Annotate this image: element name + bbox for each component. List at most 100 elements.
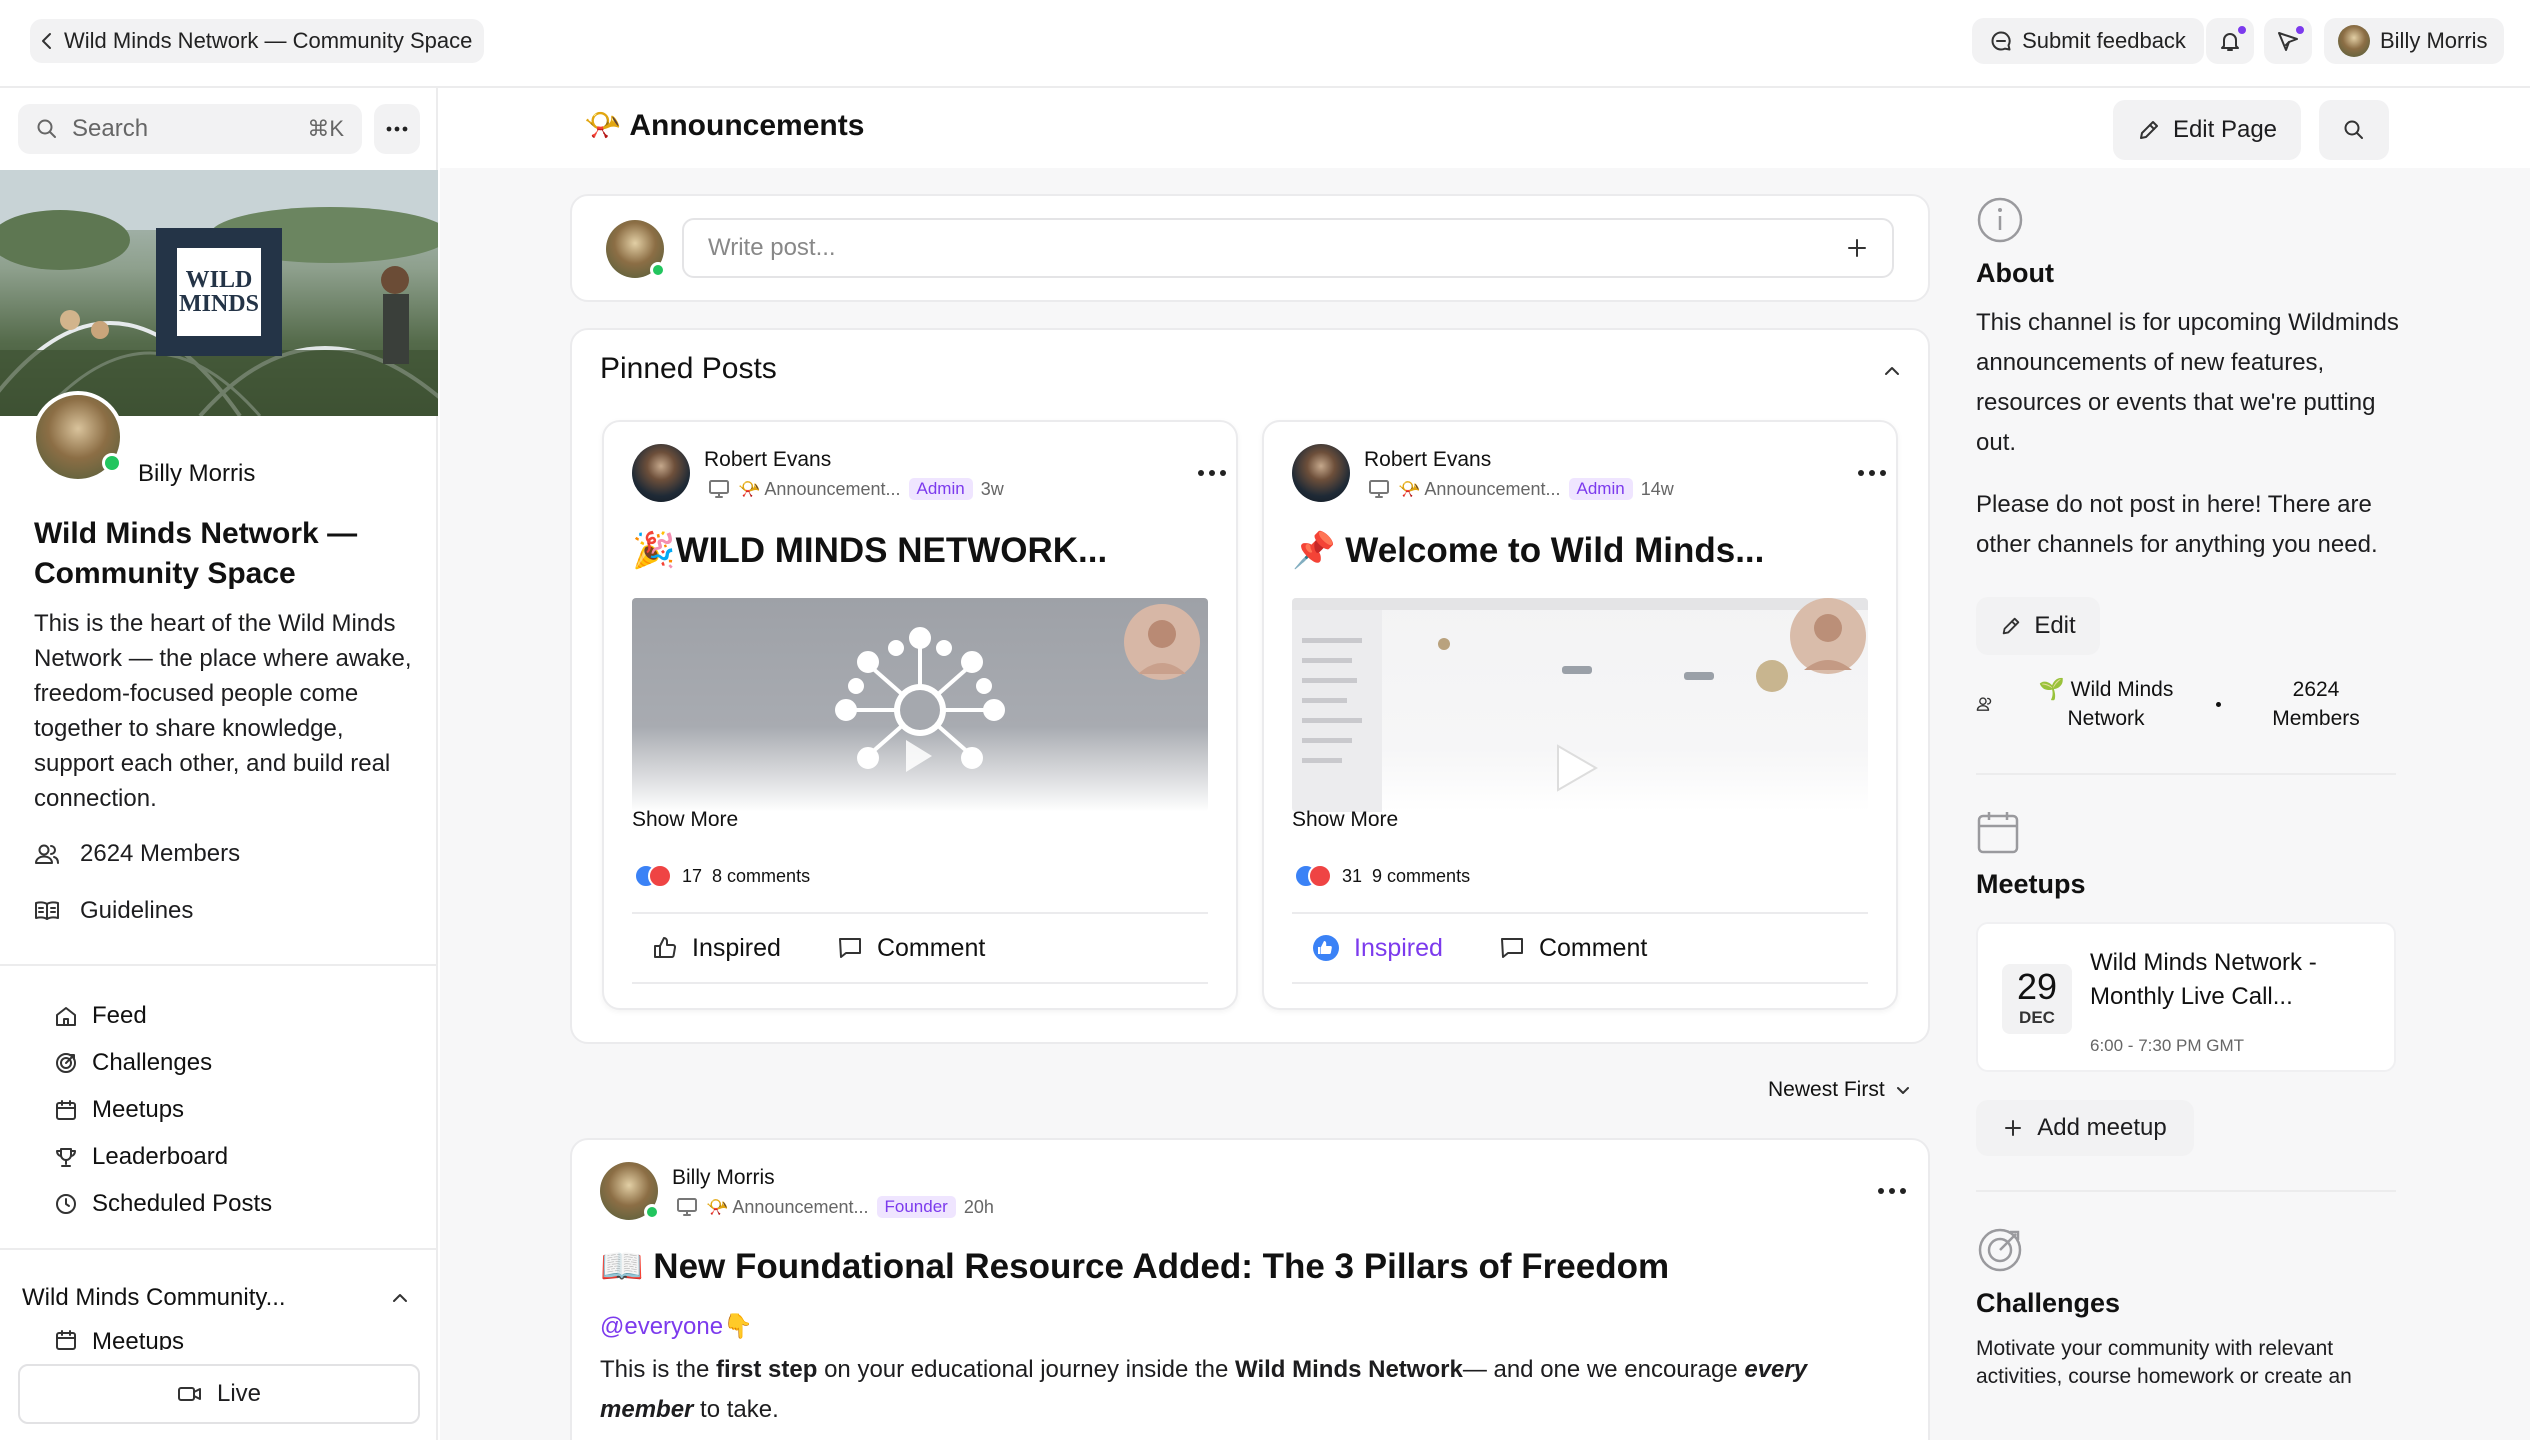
mention-everyone[interactable]: @everyone (600, 1313, 723, 1340)
role-badge: Admin (908, 478, 973, 500)
pinned-post-card[interactable]: Robert Evans 📯 Announcement... Admin 14w… (1262, 420, 1898, 1010)
page-title-emoji: 📯 (584, 109, 622, 142)
write-post-input[interactable]: Write post... (682, 218, 1894, 278)
post-author[interactable]: Robert Evans (1364, 448, 1491, 472)
video-thumbnail[interactable] (1292, 598, 1868, 812)
search-input[interactable]: Search ⌘K (18, 104, 362, 154)
video-thumbnail[interactable] (632, 598, 1208, 812)
post-composer: Write post... (570, 194, 1930, 302)
panel-divider (1976, 773, 2396, 775)
online-indicator (644, 1204, 660, 1220)
pinned-post-card[interactable]: Robert Evans 📯 Announcement... Admin 3w … (602, 420, 1238, 1010)
plus-icon (2003, 1118, 2023, 1138)
nav-feed[interactable]: Feed (54, 1002, 147, 1030)
post-options-button[interactable] (1198, 470, 1226, 476)
meetups-title: Meetups (1976, 869, 2086, 899)
online-indicator (102, 453, 122, 473)
post-author[interactable]: Billy Morris (672, 1166, 775, 1190)
logo-text-top: WILD (185, 267, 253, 293)
pinned-posts-title: Pinned Posts (600, 352, 777, 385)
show-more-link[interactable]: Show More (632, 808, 738, 832)
add-meetup-label: Add meetup (2037, 1114, 2167, 1141)
target-icon (54, 1051, 78, 1075)
reaction-icons (634, 864, 672, 888)
comment-button[interactable]: Comment (1499, 934, 1647, 963)
plus-icon[interactable] (1846, 237, 1868, 259)
book-icon (34, 899, 60, 923)
comment-icon (1499, 935, 1525, 961)
about-paragraph-1: This channel is for upcoming Wildminds a… (1976, 309, 2399, 456)
chevron-up-icon (390, 1291, 410, 1305)
pinned-posts-section: Pinned Posts Robert Evans 📯 Announcement… (570, 328, 1930, 1044)
nav-scheduled-posts-label: Scheduled Posts (92, 1190, 273, 1217)
inbox-button[interactable] (2264, 18, 2312, 64)
inspired-button[interactable]: Inspired (1312, 934, 1443, 963)
network-label[interactable]: 🌱 Wild Minds Network (2036, 675, 2176, 733)
post-options-button[interactable] (1878, 1188, 1906, 1194)
post-title[interactable]: 📖 New Foundational Resource Added: The 3… (600, 1246, 1669, 1287)
top-bar: Wild Minds Network — Community Space Sub… (0, 0, 2530, 88)
meetup-card[interactable]: 29 DEC Wild Minds Network - Monthly Live… (1976, 922, 2396, 1072)
members-link[interactable]: 2624 Members (34, 840, 240, 868)
community-logo: WILD MINDS (156, 228, 282, 356)
channel-group-header[interactable]: Wild Minds Community... (22, 1284, 410, 1312)
user-menu-button[interactable]: Billy Morris (2324, 18, 2504, 64)
monitor-icon (676, 1197, 698, 1217)
inspired-button[interactable]: Inspired (652, 934, 781, 963)
edit-page-button[interactable]: Edit Page (2113, 100, 2301, 160)
comment-count[interactable]: 8 comments (712, 866, 810, 887)
calendar-icon (1976, 809, 2400, 855)
chevron-down-icon (1895, 1084, 1911, 1096)
author-avatar[interactable] (600, 1162, 660, 1220)
meetup-day: 29 (2016, 966, 2058, 1007)
nav-scheduled-posts[interactable]: Scheduled Posts (54, 1190, 272, 1218)
page-search-button[interactable] (2319, 100, 2389, 160)
body-bold: first step (716, 1356, 818, 1383)
nav-leaderboard[interactable]: Leaderboard (54, 1143, 228, 1171)
post-meta: 📯 Announcement... Admin 3w (708, 478, 1004, 500)
nav-challenges[interactable]: Challenges (54, 1049, 212, 1077)
nav-meetups[interactable]: Meetups (54, 1096, 184, 1124)
meetup-time: 6:00 - 7:30 PM GMT (2090, 1036, 2244, 1055)
reaction-summary[interactable]: 31 9 comments (1294, 864, 1470, 888)
body-text: on your educational journey inside the (817, 1356, 1236, 1383)
post-channel[interactable]: 📯 Announcement... (738, 479, 901, 500)
meetup-date: 29 DEC (2002, 964, 2072, 1034)
edit-about-button[interactable]: Edit (1976, 597, 2100, 655)
feed-post: Billy Morris 📯 Announcement... Founder 2… (570, 1138, 1930, 1440)
calendar-icon (54, 1328, 78, 1350)
reaction-count: 17 (682, 865, 703, 886)
live-button[interactable]: Live (18, 1364, 420, 1424)
reaction-summary[interactable]: 17 8 comments (634, 864, 810, 888)
members-label: 2624 Members (80, 840, 241, 867)
author-avatar[interactable] (1292, 444, 1350, 502)
post-options-button[interactable] (1858, 470, 1886, 476)
owner-name[interactable]: Billy Morris (138, 460, 255, 488)
guidelines-link[interactable]: Guidelines (34, 897, 193, 925)
post-title[interactable]: 📌 Welcome to Wild Minds... (1292, 530, 1764, 571)
sidebar-more-button[interactable] (374, 104, 420, 154)
post-channel[interactable]: 📯 Announcement... (1398, 479, 1561, 500)
sort-dropdown[interactable]: Newest First (1768, 1078, 1911, 1102)
show-more-link[interactable]: Show More (1292, 808, 1398, 832)
add-meetup-button[interactable]: Add meetup (1976, 1100, 2194, 1156)
submit-feedback-button[interactable]: Submit feedback (1972, 18, 2204, 64)
author-avatar[interactable] (632, 444, 690, 502)
back-to-community-button[interactable]: Wild Minds Network — Community Space (30, 19, 485, 63)
post-title[interactable]: 🎉WILD MINDS NETWORK... (632, 530, 1107, 571)
inspired-label: Inspired (692, 933, 781, 962)
notifications-button[interactable] (2206, 18, 2254, 64)
post-channel[interactable]: 📯 Announcement... (706, 1197, 869, 1218)
calendar-icon (54, 1098, 78, 1122)
comment-count[interactable]: 9 comments (1372, 866, 1470, 887)
post-author[interactable]: Robert Evans (704, 448, 831, 472)
post-mention[interactable]: @everyone👇 (600, 1312, 753, 1341)
comment-label: Comment (876, 933, 986, 962)
owner-avatar[interactable] (32, 391, 124, 483)
channel-meetups[interactable]: Meetups (54, 1328, 184, 1350)
search-placeholder: Search (72, 115, 149, 142)
meetup-title[interactable]: Wild Minds Network - Monthly Live Call..… (2090, 946, 2380, 1014)
collapse-pinned-button[interactable] (1882, 364, 1902, 378)
comment-button[interactable]: Comment (837, 934, 985, 963)
nav-leaderboard-label: Leaderboard (92, 1143, 229, 1170)
